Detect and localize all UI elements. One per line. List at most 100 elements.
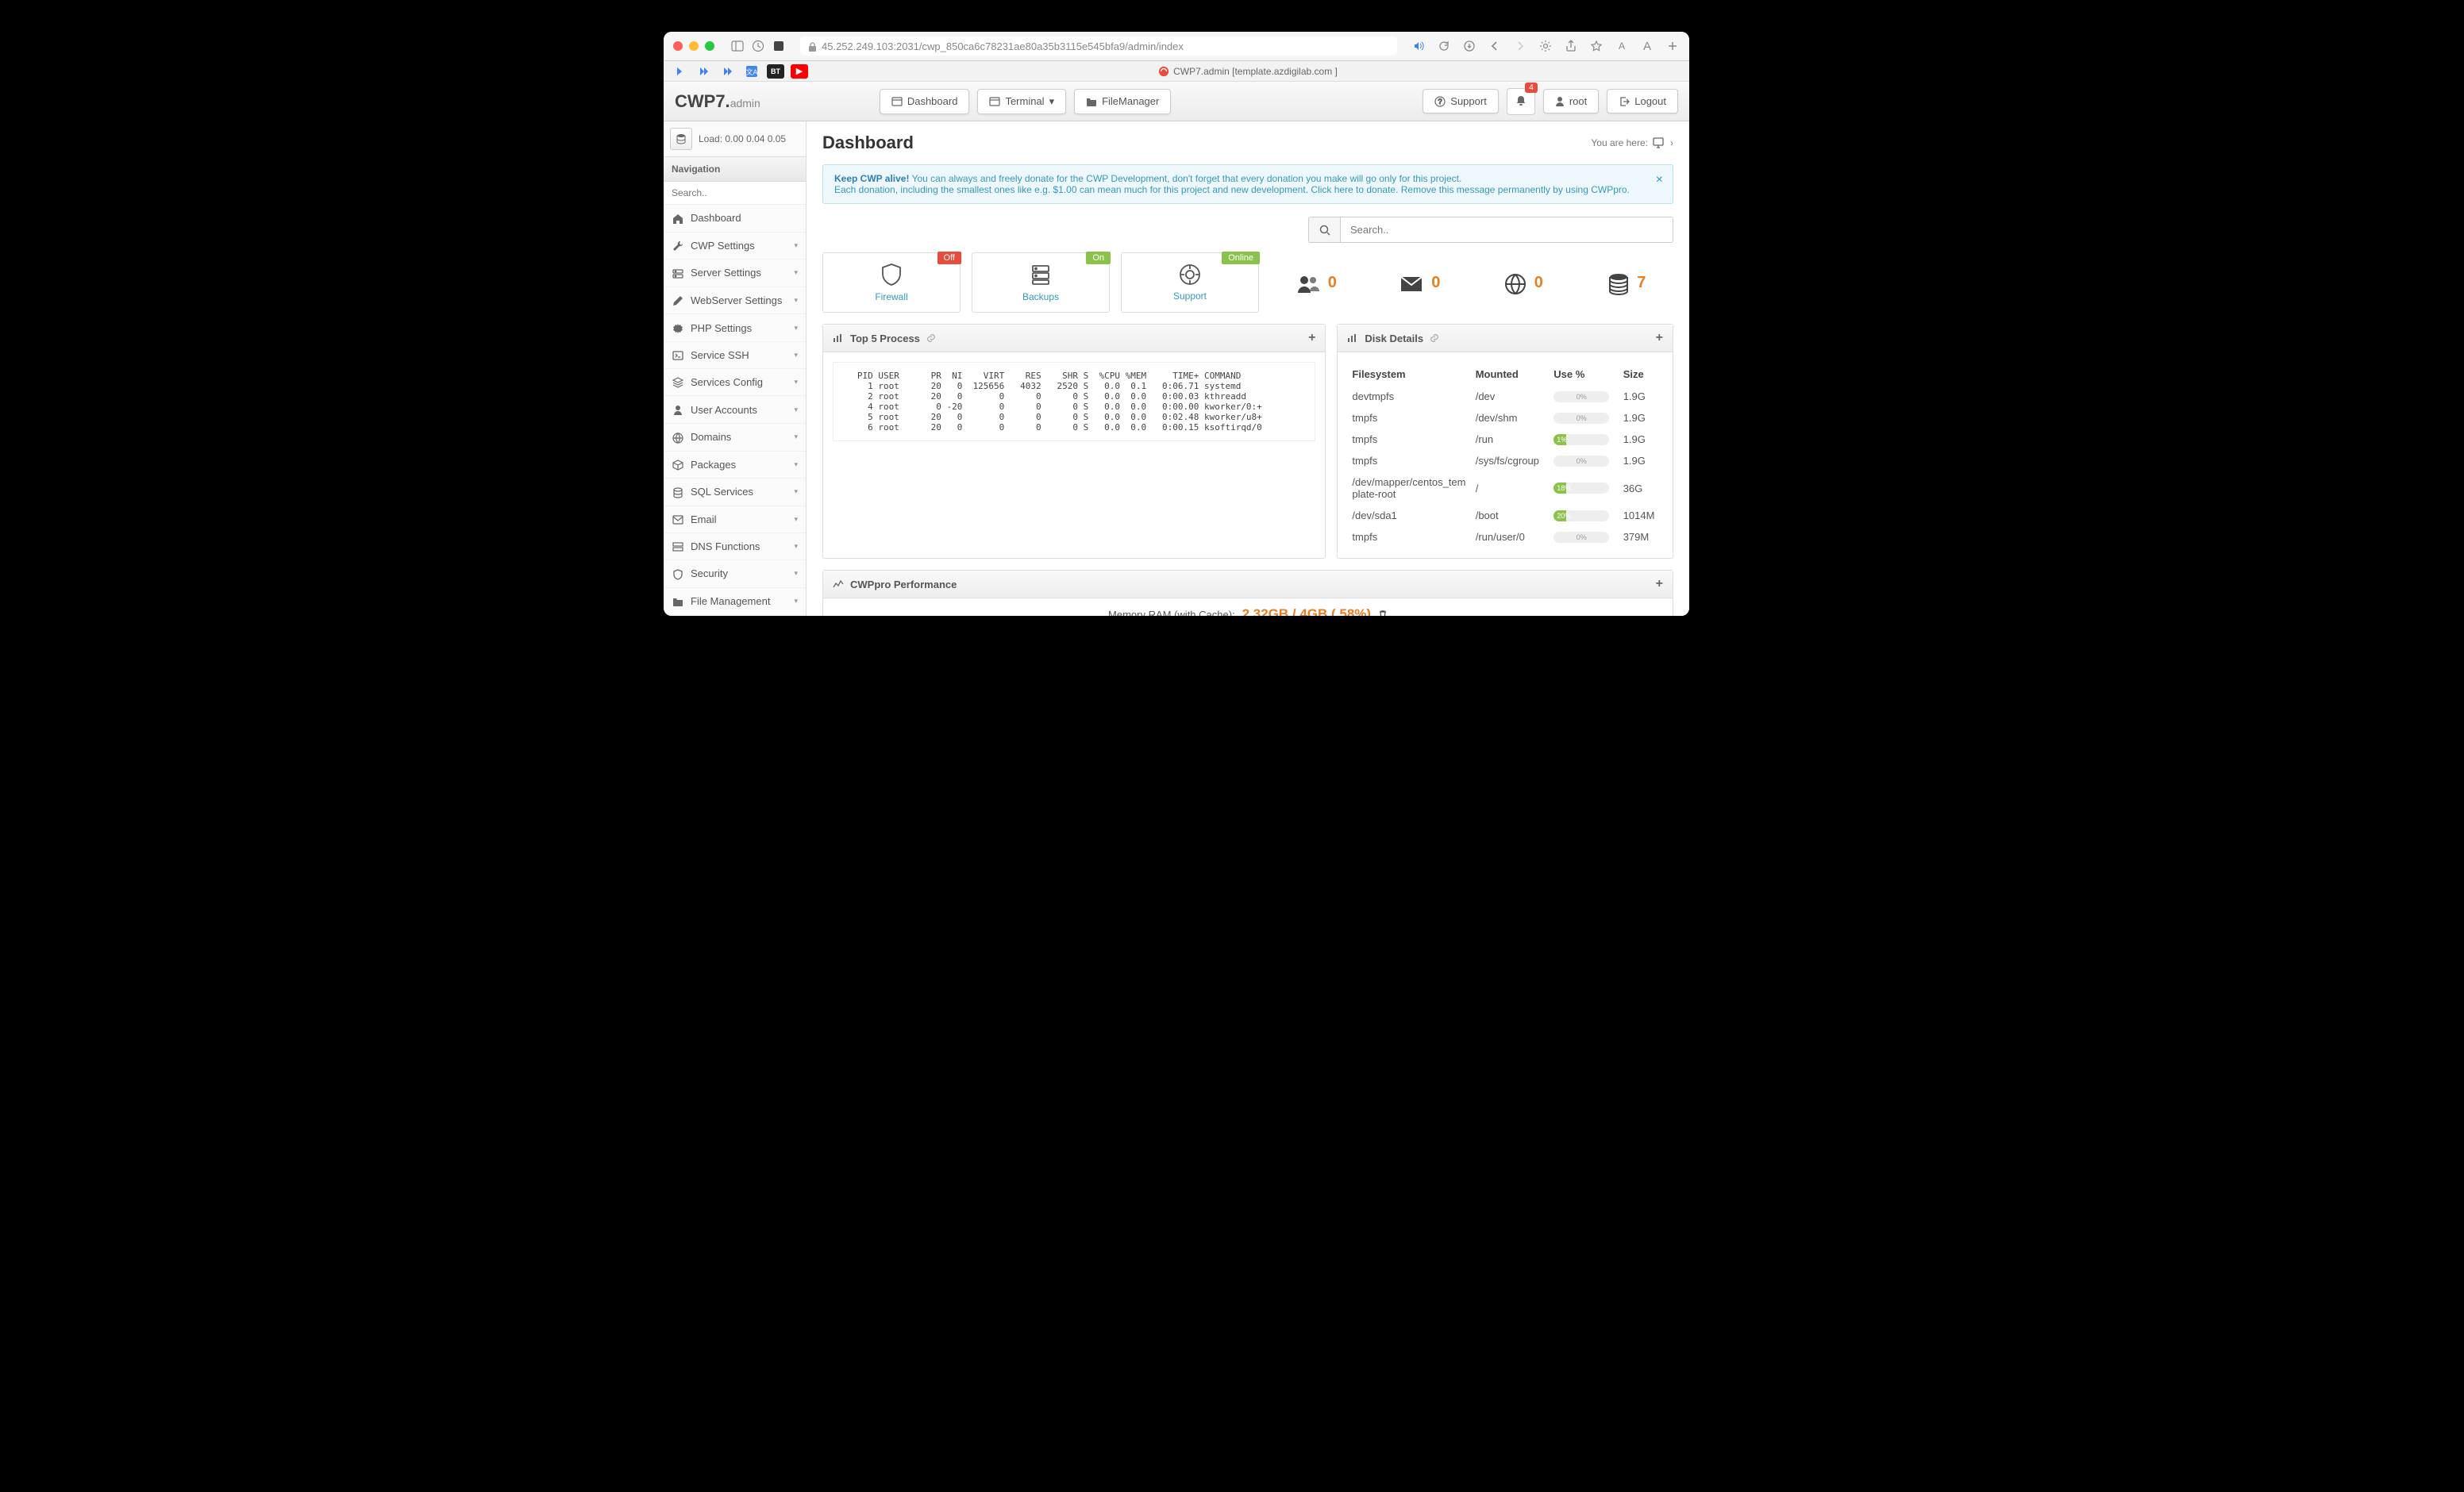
panel-expand-icon[interactable]: + (1656, 577, 1663, 591)
search-button[interactable] (1309, 217, 1341, 242)
bookmark-icon[interactable] (1589, 39, 1604, 53)
sidebar-toggle-icon[interactable] (730, 39, 745, 53)
trash-icon[interactable] (1378, 608, 1388, 616)
disk-table: Filesystem Mounted Use % Size devtmpfs/d… (1347, 362, 1663, 548)
bookmark-item-4[interactable]: 文A (740, 63, 764, 80)
nav-filemanager-button[interactable]: FileManager (1074, 89, 1171, 114)
extensions-icon[interactable] (772, 39, 786, 53)
nav-terminal-button[interactable]: Terminal ▾ (977, 89, 1066, 114)
chevron-down-icon: ▾ (794, 351, 798, 360)
performance-panel: CWPpro Performance + CPU Usage Memory RA… (822, 570, 1673, 616)
panel-expand-icon[interactable]: + (1656, 331, 1663, 345)
maximize-window-button[interactable] (705, 41, 714, 51)
statbox-firewall[interactable]: OffFirewall (822, 252, 961, 313)
pen-icon (672, 294, 684, 307)
sidebar-item-label: Dashboard (691, 212, 741, 224)
support-button[interactable]: ? Support (1423, 89, 1499, 113)
bookmark-item-2[interactable] (692, 63, 716, 80)
top-process-panel: Top 5 Process + PID USER PR NI VIRT RES … (822, 324, 1326, 559)
count-database[interactable]: 7 (1581, 252, 1674, 313)
sidebar-item-domains[interactable]: Domains▾ (664, 424, 806, 452)
minimize-window-button[interactable] (689, 41, 699, 51)
sidebar-item-cwp-settings[interactable]: CWP Settings▾ (664, 233, 806, 260)
status-tag: Online (1222, 252, 1260, 264)
forward-icon[interactable] (1513, 39, 1527, 53)
reload-icon[interactable] (1437, 39, 1451, 53)
count-globe[interactable]: 0 (1477, 252, 1570, 313)
font-large-icon[interactable]: A (1640, 39, 1654, 53)
notification-badge: 4 (1525, 83, 1538, 93)
user-icon (672, 403, 684, 416)
history-icon[interactable] (751, 39, 765, 53)
bookmark-item-1[interactable] (668, 63, 692, 80)
sidebar-item-packages[interactable]: Packages▾ (664, 452, 806, 479)
app-header: CWP7.admin Dashboard Terminal ▾ FileMana… (664, 82, 1689, 121)
memory-section: Memory RAM (with Cache): 2.32GB / 4GB ( … (1044, 606, 1453, 616)
sidebar-item-server-settings[interactable]: Server Settings▾ (664, 260, 806, 287)
donate-link[interactable]: Click here to donate. (1311, 184, 1398, 195)
panel-title: Top 5 Process (850, 333, 920, 344)
chevron-down-icon: ▾ (794, 268, 798, 277)
alert-close-icon[interactable]: × (1656, 173, 1663, 187)
count-value: 7 (1637, 274, 1646, 292)
sidebar-item-service-ssh[interactable]: Service SSH▾ (664, 342, 806, 369)
sidebar-item-label: User Accounts (691, 404, 757, 416)
chevron-down-icon: ▾ (794, 241, 798, 250)
sidebar-item-email[interactable]: Email▾ (664, 506, 806, 533)
url-bar[interactable]: 45.252.249.103:2031/cwp_850ca6c78231ae80… (800, 37, 1397, 55)
link-icon[interactable] (926, 333, 936, 343)
bookmark-item-bt[interactable]: BT (767, 64, 784, 79)
sidebar-item-dns-functions[interactable]: DNS Functions▾ (664, 533, 806, 561)
sidebar-item-security[interactable]: Security▾ (664, 560, 806, 588)
load-indicator: Load: 0.00 0.04 0.05 (664, 121, 806, 157)
shield-icon (833, 263, 950, 286)
sidebar-item-label: Security (691, 567, 728, 579)
user-button[interactable]: root (1543, 89, 1599, 113)
tab-title: CWP7.admin [template.azdigilab.com ] (811, 66, 1684, 77)
status-tag: Off (937, 252, 961, 264)
bookmark-item-3[interactable] (716, 63, 740, 80)
app-logo: CWP7.admin (675, 91, 760, 112)
chevron-down-icon: ▾ (794, 542, 798, 551)
sidebar-item-webserver-settings[interactable]: WebServer Settings▾ (664, 287, 806, 315)
link-icon[interactable] (1430, 333, 1439, 343)
folder-icon (672, 595, 684, 607)
disk-row: tmpfs/run/user/00%379M (1349, 527, 1661, 547)
nav-dashboard-button[interactable]: Dashboard (880, 89, 970, 114)
disk-row: /dev/sda1/boot20%1014M (1349, 506, 1661, 525)
audio-icon[interactable] (1411, 39, 1426, 53)
font-small-icon[interactable]: A (1615, 39, 1629, 53)
statbox-backups[interactable]: OnBackups (972, 252, 1110, 313)
sidebar-item-file-management[interactable]: File Management▾ (664, 588, 806, 615)
sidebar-item-services-config[interactable]: Services Config ▾ (664, 369, 806, 397)
notifications-button[interactable]: 4 (1507, 88, 1535, 115)
back-icon[interactable] (1488, 39, 1502, 53)
sidebar-item-php-settings[interactable]: PHP Settings▾ (664, 314, 806, 342)
count-users[interactable]: 0 (1270, 252, 1363, 313)
layers-icon (672, 376, 684, 389)
share-icon[interactable] (1564, 39, 1578, 53)
download-icon[interactable] (1462, 39, 1476, 53)
sidebar-item-label: PHP Settings (691, 322, 752, 334)
sidebar-item-dashboard[interactable]: Dashboard (664, 205, 806, 233)
new-tab-icon[interactable] (1665, 39, 1680, 53)
settings-icon[interactable] (1538, 39, 1553, 53)
disk-row: tmpfs/run1%1.9G (1349, 429, 1661, 449)
count-mail[interactable]: 0 (1374, 252, 1467, 313)
sidebar-item-label: SQL Services (691, 486, 753, 498)
nav-search-input[interactable] (664, 182, 806, 205)
panel-expand-icon[interactable]: + (1308, 331, 1315, 345)
main-search-input[interactable] (1341, 217, 1673, 242)
globe-icon (1504, 270, 1527, 294)
logout-button[interactable]: Logout (1607, 89, 1678, 113)
sidebar-item-sql-services[interactable]: SQL Services ▾ (664, 479, 806, 506)
disk-row: tmpfs/sys/fs/cgroup0%1.9G (1349, 451, 1661, 471)
sidebar-item-label: Services Config (691, 376, 763, 388)
chevron-down-icon: ▾ (794, 378, 798, 386)
bookmark-item-youtube[interactable]: ▶ (791, 64, 808, 79)
statbox-support[interactable]: OnlineSupport (1121, 252, 1259, 313)
sidebar-item-user-accounts[interactable]: User Accounts▾ (664, 396, 806, 424)
close-window-button[interactable] (673, 41, 683, 51)
mail-icon (1399, 271, 1423, 295)
chevron-down-icon: ▾ (794, 487, 798, 496)
